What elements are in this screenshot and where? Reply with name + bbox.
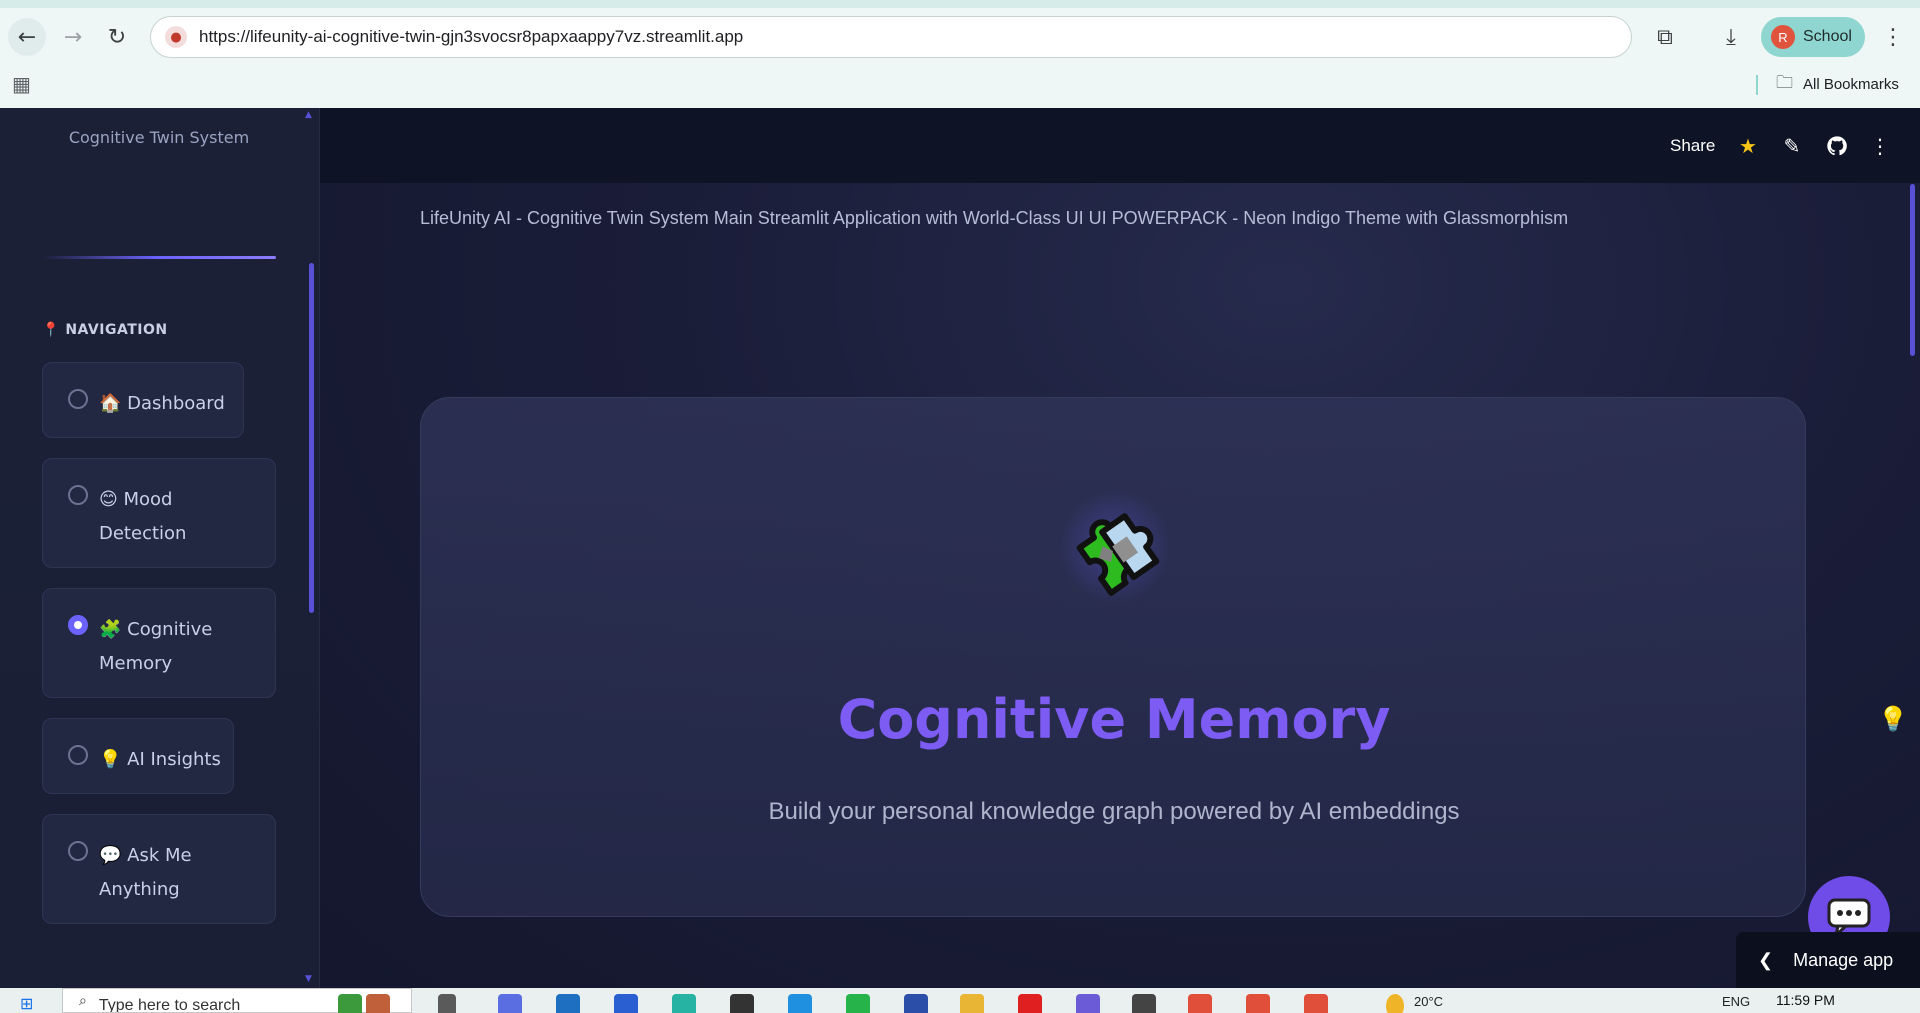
edge-icon[interactable]	[672, 994, 696, 1013]
hero-card: Cognitive Memory Build your personal kno…	[420, 397, 1806, 917]
sidebar-item-label: 💬 Ask Me Anything	[99, 845, 192, 900]
reload-icon: ↻	[107, 24, 127, 50]
windows-start-icon[interactable]: ⊞	[20, 994, 40, 1013]
kebab-menu-icon: ⋮	[1882, 24, 1904, 50]
house-roof-icon[interactable]	[366, 994, 390, 1013]
whatsapp-icon[interactable]	[846, 994, 870, 1013]
chrome-icon[interactable]	[1188, 994, 1212, 1013]
weather-moon-icon[interactable]	[1386, 994, 1404, 1013]
forward-button[interactable]: →	[54, 18, 92, 56]
star-icon[interactable]: ★	[1734, 132, 1762, 160]
search-placeholder: Type here to search	[98, 996, 241, 1013]
nav-heading-label: NAVIGATION	[65, 322, 168, 338]
sidebar-item-ai-insights[interactable]: 💡 AI Insights	[42, 718, 234, 794]
extensions-button[interactable]: ⧉	[1648, 20, 1682, 54]
radio-button[interactable]	[68, 841, 88, 861]
back-button[interactable]: ←	[8, 18, 46, 56]
puzzle-piece-icon: 🧩	[99, 619, 122, 640]
url-text[interactable]: https://lifeunity-ai-cognitive-twin-gjn3…	[199, 27, 743, 47]
download-icon: ⤓	[1726, 24, 1736, 50]
radio-button[interactable]	[68, 745, 88, 765]
profile-button[interactable]: R School	[1761, 17, 1865, 57]
sidebar-item-cognitive-memory[interactable]: 🧩 Cognitive Memory	[42, 588, 276, 698]
avatar: R	[1771, 25, 1795, 49]
manage-app-label: Manage app	[1793, 949, 1894, 970]
sidebar-item-dashboard[interactable]: 🏠 Dashboard	[42, 362, 244, 438]
radio-button-selected[interactable]	[68, 615, 88, 635]
app-icon[interactable]	[1076, 994, 1100, 1013]
sidebar: Cognitive Twin System 📍 NAVIGATION 🏠 Das…	[0, 108, 320, 988]
folder-icon[interactable]	[960, 994, 984, 1013]
tab-strip	[0, 0, 1920, 8]
sidebar-item-mood-detection[interactable]: 😊 Mood Detection	[42, 458, 276, 568]
sidebar-item-label: 😊 Mood Detection	[99, 489, 187, 544]
chrome-icon[interactable]	[1246, 994, 1270, 1013]
chevron-left-icon: ❮	[1758, 949, 1774, 970]
task-view-icon[interactable]	[438, 994, 456, 1013]
temperature[interactable]: 20°C	[1414, 994, 1443, 1009]
os-taskbar: ⊞ ⌕ Type here to search 20°C ENG 11:59 P…	[0, 988, 1920, 1013]
main-scrollbar-thumb[interactable]	[1910, 184, 1915, 356]
scroll-up-arrow-icon[interactable]: ▲	[305, 110, 312, 120]
app-header: Share ★ ✎ ⋮	[320, 108, 1920, 183]
folder-icon: 🗀	[1776, 73, 1793, 92]
sidebar-scrollbar-thumb[interactable]	[309, 263, 314, 613]
divider	[1756, 74, 1758, 95]
nav-heading: 📍 NAVIGATION	[42, 322, 168, 338]
app-icon[interactable]	[1132, 994, 1156, 1013]
browser-toolbar: ← → ↻ ● https://lifeunity-ai-cognitive-t…	[0, 0, 1920, 108]
search-icon: ⌕	[79, 992, 87, 1009]
copilot-icon[interactable]	[498, 994, 522, 1013]
m-app-icon[interactable]	[730, 994, 754, 1013]
reload-button[interactable]: ↻	[98, 18, 136, 56]
address-bar[interactable]: ● https://lifeunity-ai-cognitive-twin-gj…	[150, 16, 1632, 58]
main-content: Share ★ ✎ ⋮ LifeUnity AI - Cognitive Twi…	[320, 108, 1920, 988]
tree-icon[interactable]	[338, 994, 362, 1013]
smiley-icon: 😊	[99, 489, 118, 510]
app-icon[interactable]	[904, 994, 928, 1013]
lightbulb-icon: 💡	[99, 749, 122, 770]
hero-subtitle: Build your personal knowledge graph powe…	[768, 798, 1460, 825]
all-bookmarks-label: All Bookmarks	[1803, 76, 1899, 93]
sidebar-title: Cognitive Twin System	[68, 128, 250, 147]
site-info-icon[interactable]: ●	[165, 26, 187, 48]
github-icon[interactable]	[1823, 132, 1851, 160]
hero-title: Cognitive Memory	[837, 688, 1391, 751]
profile-label: School	[1803, 28, 1852, 45]
apps-grid-icon[interactable]: ▦	[12, 72, 36, 96]
puzzle-icon: ⧉	[1657, 24, 1673, 50]
speech-bubble-icon: 💬	[99, 845, 122, 866]
scroll-down-arrow-icon[interactable]: ▼	[305, 974, 312, 984]
sidebar-item-ask-me-anything[interactable]: 💬 Ask Me Anything	[42, 814, 276, 924]
youtube-icon[interactable]	[1018, 994, 1042, 1013]
radio-button[interactable]	[68, 389, 88, 409]
pin-icon: 📍	[42, 322, 60, 338]
puzzle-piece-icon	[1056, 488, 1174, 606]
chat-bubble-icon	[1827, 898, 1871, 937]
arrow-right-icon: →	[63, 24, 83, 50]
downloads-button[interactable]: ⤓	[1714, 20, 1748, 54]
sidebar-divider	[42, 256, 276, 259]
language-indicator[interactable]: ENG	[1722, 994, 1750, 1009]
page-intro-text: LifeUnity AI - Cognitive Twin System Mai…	[420, 208, 1569, 228]
arrow-left-icon: ←	[17, 24, 37, 50]
edit-pencil-icon[interactable]: ✎	[1778, 132, 1806, 160]
sidebar-item-label: 💡 AI Insights	[99, 749, 221, 770]
lightbulb-icon[interactable]: 💡	[1876, 702, 1910, 736]
browser-menu-button[interactable]: ⋮	[1876, 20, 1910, 54]
app-icon[interactable]	[788, 994, 812, 1013]
kebab-menu-icon[interactable]: ⋮	[1866, 132, 1894, 160]
sidebar-item-label: 🏠 Dashboard	[99, 393, 225, 414]
share-button[interactable]: Share	[1670, 136, 1715, 156]
app-icon[interactable]	[614, 994, 638, 1013]
all-bookmarks-button[interactable]: 🗀 All Bookmarks	[1756, 70, 1899, 99]
clock[interactable]: 11:59 PM	[1776, 992, 1835, 1008]
store-icon[interactable]	[556, 994, 580, 1013]
radio-button[interactable]	[68, 485, 88, 505]
manage-app-button[interactable]: ❮ Manage app	[1736, 932, 1920, 988]
sidebar-item-label: 🧩 Cognitive Memory	[99, 619, 213, 674]
chrome-icon[interactable]	[1304, 994, 1328, 1013]
house-icon: 🏠	[99, 393, 122, 414]
